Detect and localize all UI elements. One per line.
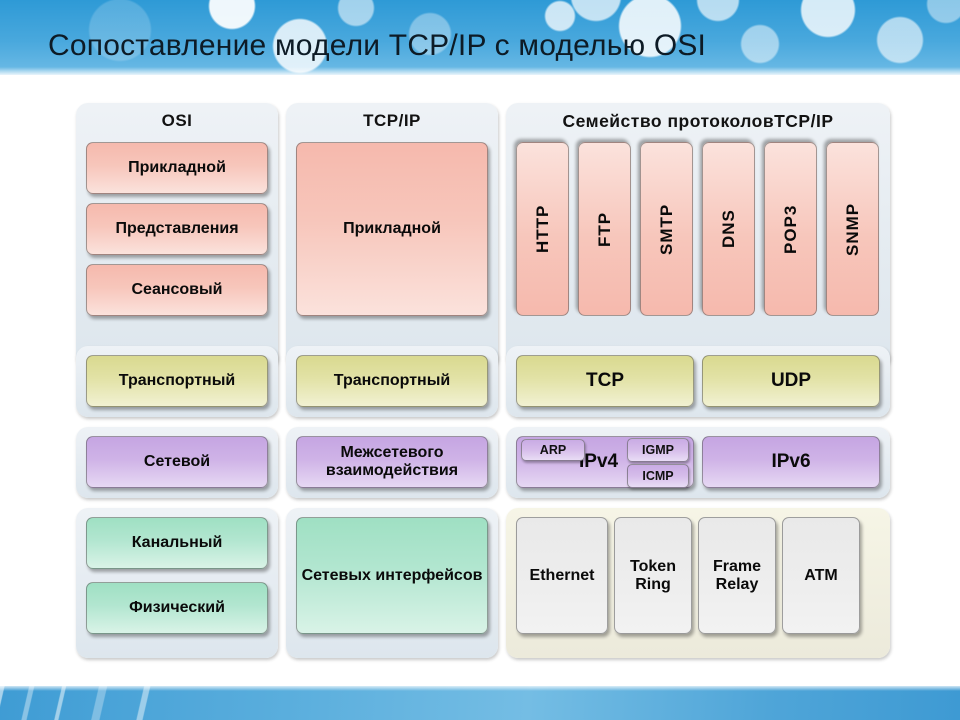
osi-layer-physical[interactable]: Физический [86, 582, 268, 634]
protocol-label: SMTP [656, 203, 676, 255]
protocol-atm[interactable]: ATM [782, 517, 860, 634]
protocol-label: FTP [594, 211, 614, 247]
protocol-ftp[interactable]: FTP [578, 142, 631, 316]
protocol-label: Frame Relay [712, 557, 762, 593]
protocol-tcp[interactable]: TCP [516, 355, 694, 407]
protocol-dns[interactable]: DNS [702, 142, 755, 316]
protocol-arp-badge[interactable]: ARP [521, 439, 585, 461]
tcpip-layer-label: Сетевых интерфейсов [301, 566, 483, 584]
tcpip-layer-label: Транспортный [333, 372, 451, 390]
osi-layer-network[interactable]: Сетевой [86, 436, 268, 488]
protocol-ethernet[interactable]: Ethernet [516, 517, 608, 634]
page-title: Сопоставление модели TCP/IP с моделью OS… [48, 29, 707, 62]
protocol-frame-relay[interactable]: Frame Relay [698, 517, 776, 634]
osi-layer-label: Канальный [131, 534, 223, 552]
protocol-token-ring[interactable]: Token Ring [614, 517, 692, 634]
protocol-label: ICMP [642, 469, 674, 483]
protocol-label: DNS [718, 209, 738, 249]
protocol-label: POP3 [780, 204, 800, 254]
tcpip-layer-internet[interactable]: Межсетевого взаимодействия [296, 436, 488, 488]
protocol-label: SNMP [842, 202, 862, 256]
protocol-udp[interactable]: UDP [702, 355, 880, 407]
osi-layer-label: Транспортный [118, 372, 236, 390]
protocol-label: IGMP [642, 443, 674, 457]
osi-layer-session[interactable]: Сеансовый [86, 264, 268, 316]
osi-layer-label: Прикладной [128, 159, 226, 177]
osi-layer-label: Сеансовый [131, 281, 223, 299]
osi-layer-label: Представления [115, 220, 239, 238]
slide-footer-band [0, 686, 960, 720]
osi-layer-application[interactable]: Прикладной [86, 142, 268, 194]
osi-layer-transport[interactable]: Транспортный [86, 355, 268, 407]
protocol-ipv4[interactable]: IPv4 ARP IGMP ICMP [516, 436, 694, 488]
protocol-smtp[interactable]: SMTP [640, 142, 693, 316]
protocol-label: ATM [804, 566, 838, 584]
protocol-pop3[interactable]: POP3 [764, 142, 817, 316]
tcpip-column-header: TCP/IP [363, 111, 421, 130]
osi-column-header: OSI [161, 111, 193, 130]
protocol-label: IPv6 [771, 451, 811, 473]
protocol-ipv6[interactable]: IPv6 [702, 436, 880, 488]
protocol-label: TCP [586, 370, 624, 392]
protocol-label: Ethernet [529, 566, 595, 584]
osi-layer-label: Сетевой [143, 453, 211, 471]
tcpip-layer-network-interface[interactable]: Сетевых интерфейсов [296, 517, 488, 634]
protocol-label: UDP [770, 370, 812, 392]
protocol-label: HTTP [532, 204, 552, 254]
protocol-http[interactable]: HTTP [516, 142, 569, 316]
osi-layer-label: Физический [129, 599, 225, 617]
protocol-family-header: Семейство протоколовTCP/IP [562, 111, 834, 131]
protocol-snmp[interactable]: SNMP [826, 142, 879, 316]
tcpip-layer-label: Прикладной [343, 220, 441, 238]
osi-layer-presentation[interactable]: Представления [86, 203, 268, 255]
tcpip-layer-label: Межсетевого взаимодействия [325, 444, 459, 479]
protocol-icmp-badge[interactable]: ICMP [627, 464, 689, 488]
slide-header-band: Сопоставление модели TCP/IP с моделью OS… [0, 0, 960, 75]
tcpip-layer-transport[interactable]: Транспортный [296, 355, 488, 407]
protocol-label: Token Ring [630, 557, 676, 593]
protocol-igmp-badge[interactable]: IGMP [627, 438, 689, 462]
tcpip-layer-application[interactable]: Прикладной [296, 142, 488, 316]
diagram-canvas: OSI Прикладной Представления Сеансовый Т… [0, 75, 960, 686]
protocol-label: ARP [539, 443, 567, 457]
osi-layer-datalink[interactable]: Канальный [86, 517, 268, 569]
